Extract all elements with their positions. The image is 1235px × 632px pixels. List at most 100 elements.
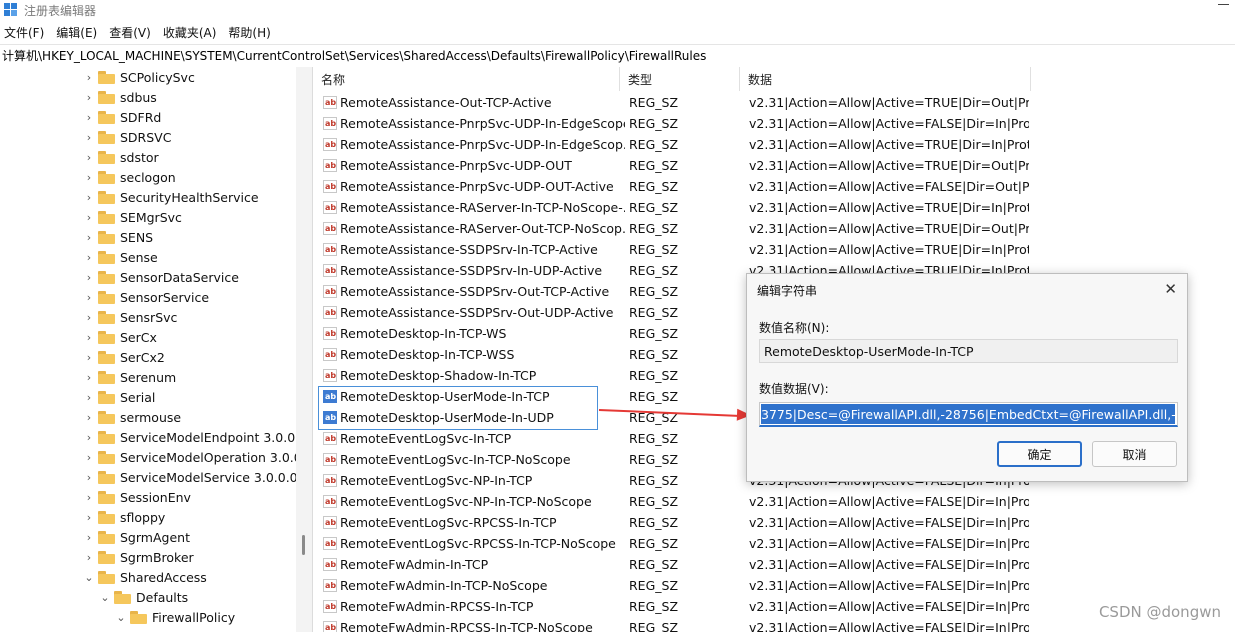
- chevron-right-icon[interactable]: ›: [84, 211, 94, 224]
- value-row[interactable]: ab RemoteAssistance-PnrpSvc-UDP-In-EdgeSc…: [313, 134, 1235, 155]
- tree-item[interactable]: › SecurityHealthService: [84, 187, 259, 207]
- value-row[interactable]: ab RemoteEventLogSvc-RPCSS-In-TCP-NoScope…: [313, 533, 1235, 554]
- minimize-icon[interactable]: [1218, 4, 1229, 5]
- tree-item[interactable]: › SensorService: [84, 287, 209, 307]
- tree-item[interactable]: › Sense: [84, 247, 158, 267]
- value-row[interactable]: ab RemoteEventLogSvc-RPCSS-In-TCP REG_SZ v2…: [313, 512, 1235, 533]
- chevron-down-icon[interactable]: ⌄: [116, 611, 126, 624]
- chevron-right-icon[interactable]: ›: [84, 171, 94, 184]
- chevron-down-icon[interactable]: ⌄: [100, 591, 110, 604]
- tree-item[interactable]: › seclogon: [84, 167, 176, 187]
- chevron-right-icon[interactable]: ›: [84, 491, 94, 504]
- value-name-label: 数值名称(N):: [759, 321, 830, 335]
- tree-item[interactable]: ⌄ FirewallPolicy: [116, 607, 235, 627]
- tree-scrollbar[interactable]: [296, 67, 313, 632]
- tree-item[interactable]: › ServiceModelOperation 3.0.0.0: [84, 447, 312, 467]
- value-data-selected-text[interactable]: 3775|Desc=@FirewallAPI.dll,-28756|EmbedC…: [761, 404, 1175, 424]
- value-row[interactable]: ab RemoteAssistance-RAServer-Out-TCP-NoSc…: [313, 218, 1235, 239]
- tree-item[interactable]: › SgrmBroker: [84, 547, 194, 567]
- menu-help[interactable]: 帮助(H): [224, 24, 278, 41]
- tree-item[interactable]: › Serial: [84, 387, 156, 407]
- string-value-icon: ab: [323, 495, 337, 508]
- column-data[interactable]: 数据: [740, 67, 772, 91]
- chevron-down-icon[interactable]: ⌄: [84, 571, 94, 584]
- value-row[interactable]: ab RemoteFwAdmin-In-TCP REG_SZ v2.31|Action…: [313, 554, 1235, 575]
- value-type: REG_SZ: [629, 179, 679, 194]
- tree-item[interactable]: ⌄ SharedAccess: [84, 567, 206, 587]
- tree-item[interactable]: › sdstor: [84, 147, 159, 167]
- ok-button[interactable]: 确定: [997, 441, 1082, 467]
- chevron-right-icon[interactable]: ›: [84, 231, 94, 244]
- chevron-right-icon[interactable]: ›: [84, 111, 94, 124]
- value-row[interactable]: ab RemoteAssistance-PnrpSvc-UDP-In-EdgeSc…: [313, 113, 1235, 134]
- chevron-right-icon[interactable]: ›: [84, 431, 94, 444]
- chevron-right-icon[interactable]: ›: [84, 311, 94, 324]
- tree-item[interactable]: › SEMgrSvc: [84, 207, 182, 227]
- tree-scrollbar-thumb[interactable]: [302, 535, 305, 555]
- value-row[interactable]: ab RemoteFwAdmin-RPCSS-In-TCP-NoScope REG_…: [313, 617, 1235, 632]
- chevron-right-icon[interactable]: ›: [84, 71, 94, 84]
- chevron-right-icon[interactable]: ›: [84, 91, 94, 104]
- value-row[interactable]: ab RemoteAssistance-Out-TCP-Active REG_SZ v…: [313, 92, 1235, 113]
- menu-file[interactable]: 文件(F): [0, 24, 52, 41]
- value-row[interactable]: ab RemoteFwAdmin-In-TCP-NoScope REG_SZ v2.3…: [313, 575, 1235, 596]
- tree-item-label: FirewallPolicy: [152, 609, 236, 625]
- tree-item[interactable]: › SerCx: [84, 327, 157, 347]
- chevron-right-icon[interactable]: ›: [84, 351, 94, 364]
- folder-icon: [130, 610, 147, 624]
- menu-edit[interactable]: 编辑(E): [52, 24, 105, 41]
- tree-item[interactable]: › SgrmAgent: [84, 527, 190, 547]
- value-row[interactable]: ab RemoteAssistance-SSDPSrv-In-TCP-Active…: [313, 239, 1235, 260]
- folder-icon: [98, 270, 115, 284]
- chevron-right-icon[interactable]: ›: [84, 391, 94, 404]
- chevron-right-icon[interactable]: ›: [84, 511, 94, 524]
- tree-item[interactable]: › SensorDataService: [84, 267, 239, 287]
- value-row[interactable]: ab RemoteAssistance-PnrpSvc-UDP-OUT-Activ…: [313, 176, 1235, 197]
- value-name: RemoteAssistance-PnrpSvc-UDP-OUT: [340, 158, 572, 173]
- tree-item[interactable]: › SerCx2: [84, 347, 165, 367]
- chevron-right-icon[interactable]: ›: [84, 451, 94, 464]
- tree-item[interactable]: › SENS: [84, 227, 153, 247]
- address-bar[interactable]: 计算机\HKEY_LOCAL_MACHINE\SYSTEM\CurrentCon…: [0, 44, 1235, 66]
- chevron-right-icon[interactable]: ›: [84, 251, 94, 264]
- tree-item[interactable]: › sdbus: [84, 87, 157, 107]
- column-type[interactable]: 类型: [620, 67, 652, 91]
- tree-item[interactable]: › SDRSVC: [84, 127, 172, 147]
- value-row[interactable]: ab RemoteAssistance-RAServer-In-TCP-NoSco…: [313, 197, 1235, 218]
- tree-item[interactable]: › Serenum: [84, 367, 176, 387]
- chevron-right-icon[interactable]: ›: [84, 551, 94, 564]
- value-data-input[interactable]: 3775|Desc=@FirewallAPI.dll,-28756|EmbedC…: [759, 402, 1178, 427]
- menu-view[interactable]: 查看(V): [105, 24, 159, 41]
- tree-item[interactable]: › sfloppy: [84, 507, 166, 527]
- tree-item[interactable]: ⌄ Defaults: [100, 587, 188, 607]
- value-name: RemoteAssistance-SSDPSrv-In-TCP-Active: [340, 242, 598, 257]
- value-data: v2.31|Action=Allow|Active=TRUE|Dir=In|Pr…: [749, 200, 1029, 215]
- chevron-right-icon[interactable]: ›: [84, 131, 94, 144]
- tree-item[interactable]: › ServiceModelEndpoint 3.0.0.0: [84, 427, 307, 447]
- chevron-right-icon[interactable]: ›: [84, 291, 94, 304]
- column-name[interactable]: 名称: [313, 67, 345, 91]
- chevron-right-icon[interactable]: ›: [84, 531, 94, 544]
- chevron-right-icon[interactable]: ›: [84, 191, 94, 204]
- value-row[interactable]: ab RemoteEventLogSvc-NP-In-TCP-NoScope REG…: [313, 491, 1235, 512]
- tree-item[interactable]: › ServiceModelService 3.0.0.0: [84, 467, 298, 487]
- chevron-right-icon[interactable]: ›: [84, 371, 94, 384]
- chevron-right-icon[interactable]: ›: [84, 411, 94, 424]
- tree-item[interactable]: › SDFRd: [84, 107, 162, 127]
- tree-item[interactable]: › SessionEnv: [84, 487, 191, 507]
- chevron-right-icon[interactable]: ›: [84, 151, 94, 164]
- chevron-right-icon[interactable]: ›: [84, 271, 94, 284]
- menu-favorites[interactable]: 收藏夹(A): [159, 24, 225, 41]
- close-icon[interactable]: ✕: [1164, 280, 1177, 298]
- cancel-button[interactable]: 取消: [1092, 441, 1177, 467]
- tree-item[interactable]: › sermouse: [84, 407, 181, 427]
- chevron-right-icon[interactable]: ›: [84, 471, 94, 484]
- chevron-right-icon[interactable]: ›: [84, 331, 94, 344]
- column-separator[interactable]: [1030, 67, 1031, 91]
- value-row[interactable]: ab RemoteAssistance-PnrpSvc-UDP-OUT REG_SZ…: [313, 155, 1235, 176]
- value-name: RemoteAssistance-SSDPSrv-In-UDP-Active: [340, 263, 603, 278]
- value-row[interactable]: ab RemoteFwAdmin-RPCSS-In-TCP REG_SZ v2.31|…: [313, 596, 1235, 617]
- tree-item[interactable]: › SensrSvc: [84, 307, 178, 327]
- key-tree[interactable]: › SCPolicySvc › sdbus › SDFRd › SDRSVC › sdstor › s…: [0, 67, 312, 632]
- tree-item[interactable]: › SCPolicySvc: [84, 67, 195, 87]
